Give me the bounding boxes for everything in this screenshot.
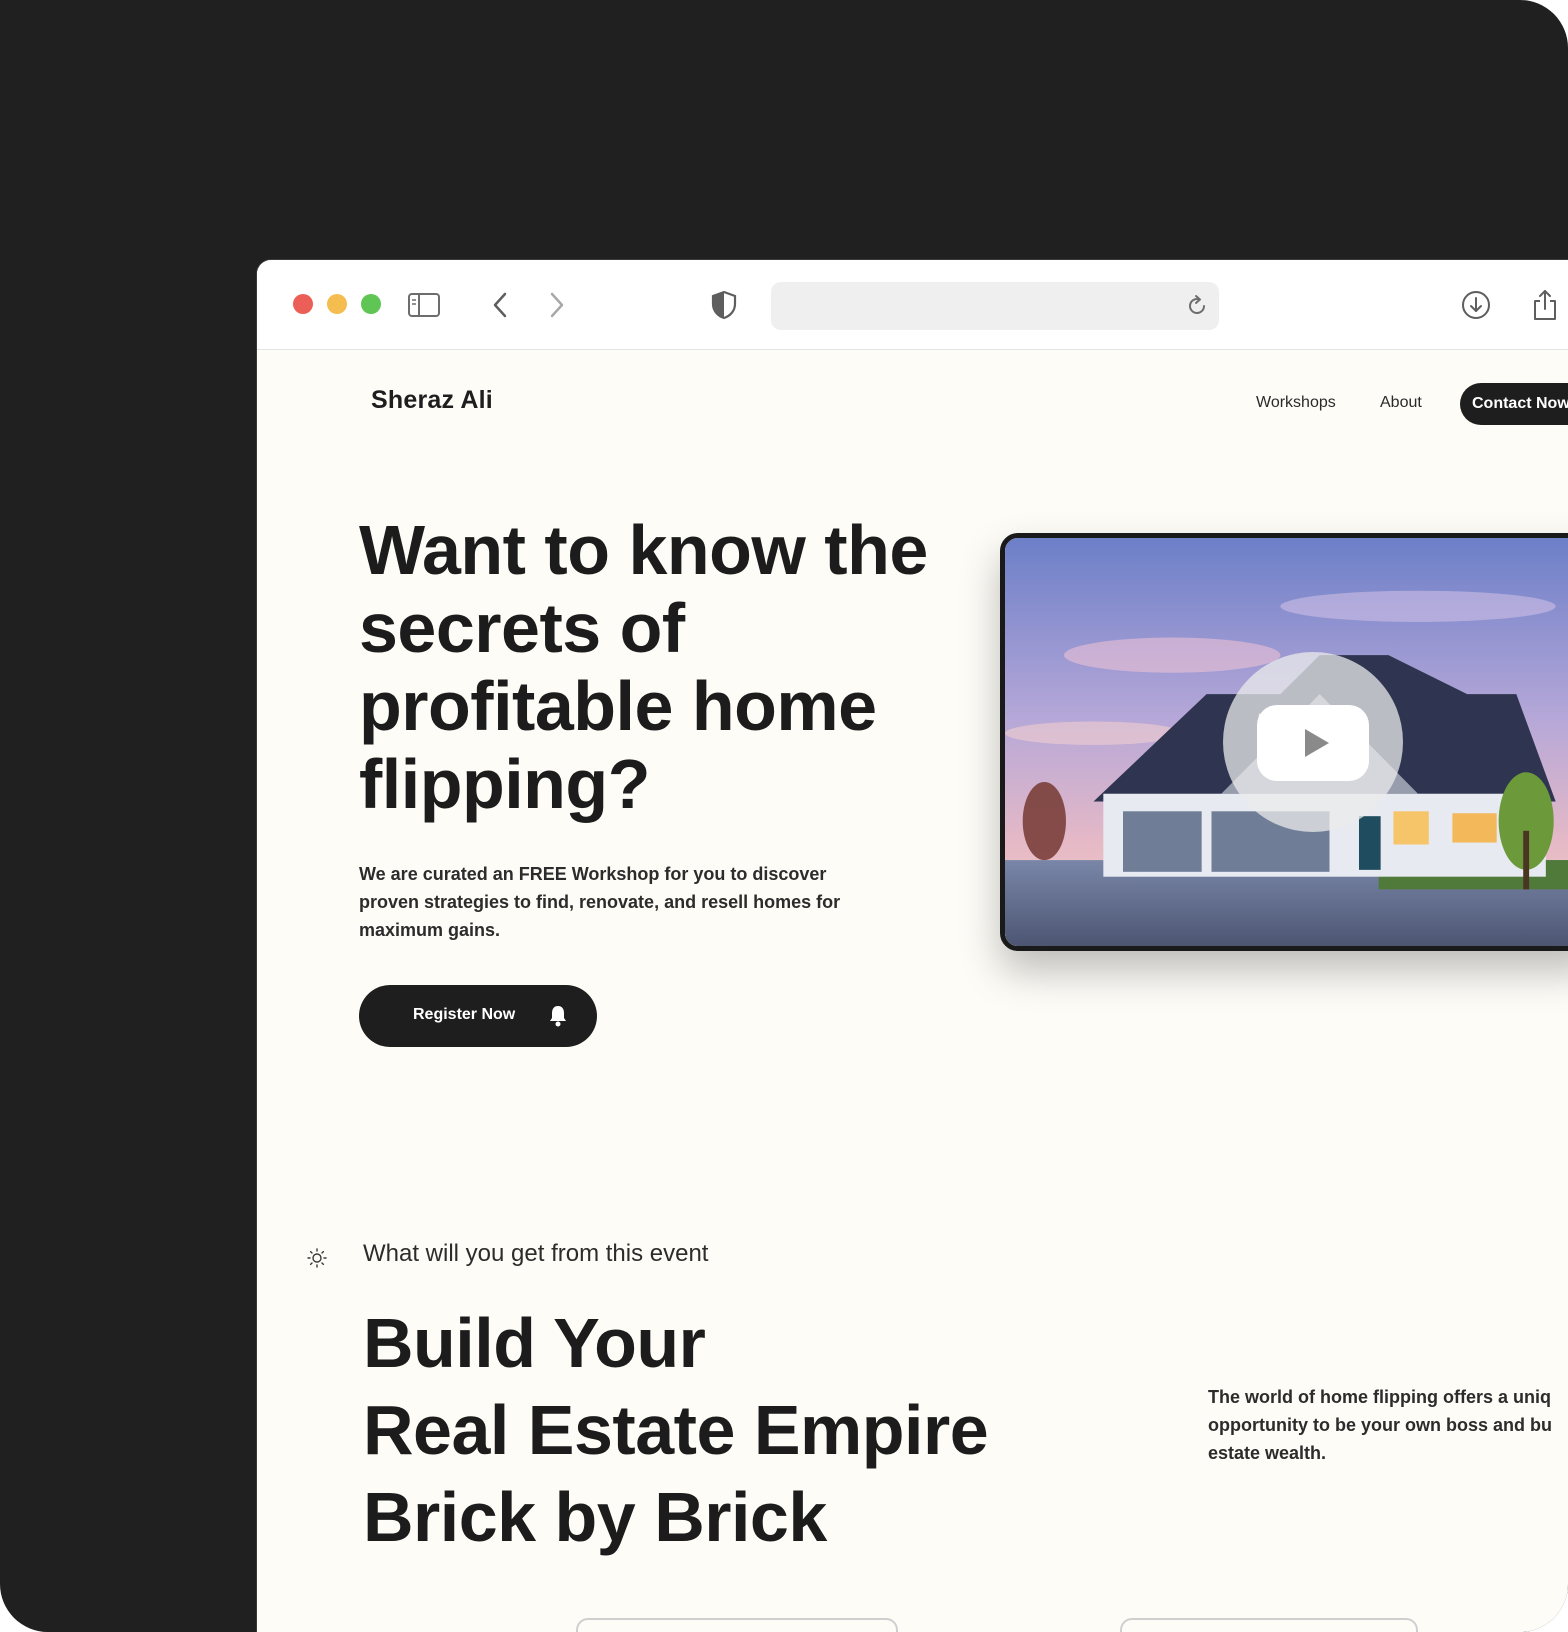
close-window-button[interactable] xyxy=(293,294,313,314)
section-eyebrow: What will you get from this event xyxy=(363,1240,709,1267)
feature-card xyxy=(1120,1618,1418,1632)
browser-toolbar xyxy=(257,260,1568,350)
sun-icon xyxy=(307,1248,327,1268)
section-title: Build Your Real Estate Empire Brick by B… xyxy=(363,1300,1063,1561)
back-icon[interactable] xyxy=(484,288,518,322)
shield-icon[interactable] xyxy=(707,288,741,322)
browser-window: Sheraz Ali Workshops About Contact Now W… xyxy=(257,260,1568,1632)
zoom-window-button[interactable] xyxy=(361,294,381,314)
feature-card xyxy=(576,1618,898,1632)
section-description: The world of home flipping offers a uniq… xyxy=(1208,1383,1568,1467)
section-title-line: Real Estate Empire xyxy=(363,1391,989,1469)
play-icon xyxy=(1257,705,1369,781)
address-bar[interactable] xyxy=(771,282,1219,330)
register-now-button[interactable]: Register Now xyxy=(359,985,597,1047)
section-title-line: Brick by Brick xyxy=(363,1478,827,1556)
nav-link-workshops[interactable]: Workshops xyxy=(1256,394,1336,412)
contact-now-button[interactable]: Contact Now xyxy=(1460,383,1568,425)
reload-icon[interactable] xyxy=(1185,294,1209,318)
workshop-video[interactable] xyxy=(1000,533,1568,951)
section-title-line: Build Your xyxy=(363,1304,706,1382)
register-button-label: Register Now xyxy=(413,1006,516,1023)
forward-icon[interactable] xyxy=(539,288,573,322)
section-description-text: The world of home flipping offers a uniq… xyxy=(1208,1387,1552,1463)
hero-title: Want to know the secrets of profitable h… xyxy=(359,511,928,823)
sidebar-icon[interactable] xyxy=(407,288,441,322)
device-frame: Sheraz Ali Workshops About Contact Now W… xyxy=(0,0,1568,1632)
download-icon[interactable] xyxy=(1459,288,1493,322)
hero-description: We are curated an FREE Workshop for you … xyxy=(359,864,841,940)
site-logo[interactable]: Sheraz Ali xyxy=(371,386,493,415)
minimize-window-button[interactable] xyxy=(327,294,347,314)
share-icon[interactable] xyxy=(1528,288,1562,322)
play-button[interactable] xyxy=(1223,652,1403,832)
bell-icon xyxy=(546,1004,570,1028)
nav-link-about[interactable]: About xyxy=(1380,394,1422,412)
